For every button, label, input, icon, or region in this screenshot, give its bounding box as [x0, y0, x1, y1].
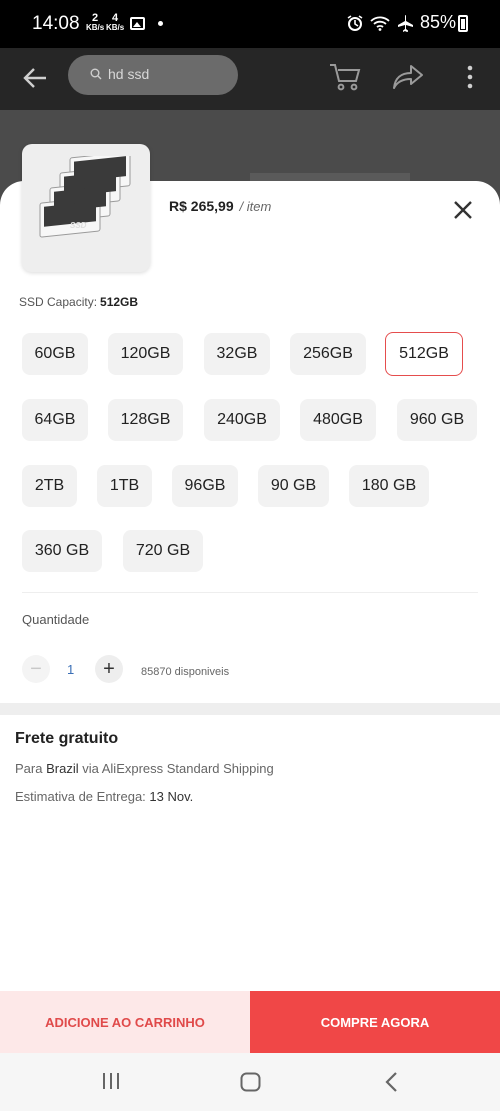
status-bar: 14:08 2 KB/s 4 KB/s 85%: [0, 0, 500, 48]
section-separator: [0, 703, 500, 715]
capacity-option[interactable]: 32GB: [204, 333, 270, 375]
quantity-decrement-button[interactable]: −: [22, 655, 50, 683]
shipping-country: Brazil: [46, 761, 79, 776]
product-thumbnail: SSD: [22, 144, 150, 272]
alarm-icon: [347, 14, 363, 31]
capacity-option[interactable]: 480GB: [300, 399, 376, 441]
system-nav-bar: [0, 1053, 500, 1111]
search-icon: [90, 68, 102, 80]
close-icon[interactable]: [453, 200, 473, 220]
capacity-option-selected[interactable]: 512GB: [385, 332, 463, 376]
shipping-title: Frete gratuito: [15, 730, 119, 747]
capacity-option[interactable]: 1TB: [97, 465, 152, 507]
capacity-option[interactable]: 256GB: [290, 333, 366, 375]
capacity-option[interactable]: 720 GB: [123, 530, 203, 572]
quantity-increment-button[interactable]: +: [95, 655, 123, 683]
thumbnail-ssd-text: SSD: [70, 221, 87, 230]
capacity-option[interactable]: 360 GB: [22, 530, 102, 572]
image-icon: [130, 17, 145, 30]
capacity-option[interactable]: 128GB: [108, 399, 183, 441]
more-icon[interactable]: [466, 65, 474, 89]
shipping-destination[interactable]: Para Brazil via AliExpress Standard Ship…: [15, 761, 274, 776]
notification-dot: [158, 21, 163, 26]
capacity-option[interactable]: 60GB: [22, 333, 88, 375]
quantity-label: Quantidade: [22, 612, 90, 627]
price: R$ 265,99 / item: [169, 198, 271, 214]
network-speed-2: 4 KB/s: [106, 12, 125, 33]
battery-percent: 85%: [419, 12, 456, 32]
capacity-option[interactable]: 180 GB: [349, 465, 429, 507]
delivery-date: 13 Nov.: [149, 789, 194, 804]
capacity-option[interactable]: 240GB: [204, 399, 280, 441]
battery-icon: [458, 15, 468, 32]
search-text: hd ssd: [108, 66, 150, 82]
capacity-selected-value: 512GB: [100, 295, 139, 309]
divider: [22, 592, 478, 593]
cart-icon[interactable]: [328, 62, 362, 92]
capacity-option[interactable]: 2TB: [22, 465, 77, 507]
add-to-cart-button[interactable]: ADICIONE AO CARRINHO: [0, 991, 250, 1053]
network-speed-1: 2 KB/s: [86, 12, 105, 33]
buy-now-button[interactable]: COMPRE AGORA: [250, 991, 500, 1053]
capacity-label: SSD Capacity: 512GB: [19, 295, 139, 309]
capacity-option[interactable]: 960 GB: [397, 399, 477, 441]
capacity-option[interactable]: 120GB: [108, 333, 183, 375]
nav-home-icon[interactable]: [240, 1072, 261, 1092]
price-value: R$ 265,99: [169, 198, 234, 214]
status-time: 14:08: [32, 13, 80, 34]
share-icon[interactable]: [392, 64, 424, 90]
capacity-option[interactable]: 96GB: [172, 465, 238, 507]
delivery-estimate: Estimativa de Entrega: 13 Nov.: [15, 789, 194, 804]
airplane-icon: [397, 14, 413, 32]
price-unit: / item: [239, 199, 272, 214]
quantity-value[interactable]: 1: [67, 662, 74, 677]
capacity-option[interactable]: 64GB: [22, 399, 88, 441]
wifi-icon: [370, 16, 390, 31]
search-bar[interactable]: hd ssd: [68, 55, 238, 95]
app-header: hd ssd: [0, 48, 500, 110]
status-icons: 85%: [346, 12, 456, 33]
capacity-option[interactable]: 90 GB: [258, 465, 329, 507]
back-arrow-icon[interactable]: [22, 65, 48, 91]
stock-available: 85870 disponiveis: [141, 666, 230, 678]
nav-recents-icon[interactable]: [101, 1072, 121, 1090]
nav-back-icon[interactable]: [384, 1071, 398, 1093]
